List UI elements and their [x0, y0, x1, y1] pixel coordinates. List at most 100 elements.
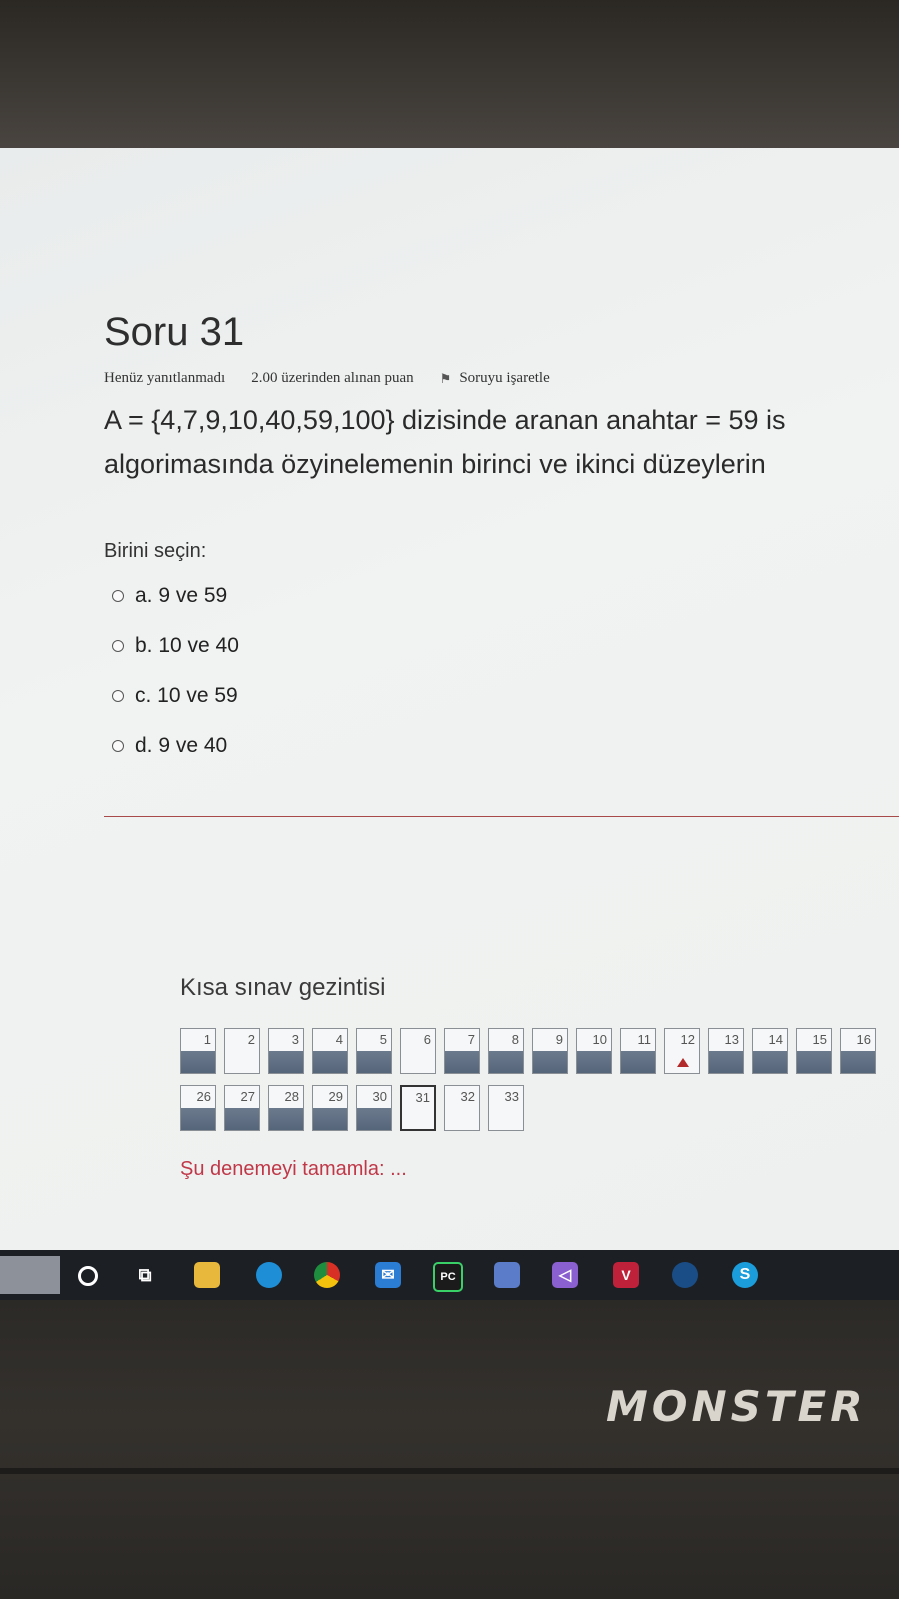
task-view-icon[interactable]: ⧉	[132, 1262, 158, 1288]
answered-indicator	[577, 1051, 611, 1073]
windows-taskbar: ⧉ ✉ PC ◁ V S	[0, 1250, 899, 1300]
laptop-top-bezel	[0, 0, 899, 150]
option-d-label: d. 9 ve 40	[135, 734, 228, 757]
quiz-nav-number: 5	[379, 1032, 387, 1047]
answered-indicator	[357, 1108, 391, 1130]
skype-icon[interactable]: S	[732, 1262, 758, 1288]
quiz-nav-number: 7	[467, 1032, 475, 1047]
answered-indicator	[445, 1051, 479, 1073]
browser-viewport: Soru 31 Henüz yanıtlanmadı 2.00 üzerinde…	[0, 148, 899, 1276]
quiz-nav-button-31[interactable]: 31	[400, 1085, 436, 1131]
file-explorer-icon[interactable]	[194, 1262, 220, 1288]
quiz-nav-button-29[interactable]: 29	[312, 1085, 348, 1131]
quiz-nav-button-9[interactable]: 9	[532, 1028, 568, 1074]
taskbar-search-box[interactable]	[0, 1256, 60, 1294]
question-text-line-1: A = {4,7,9,10,40,59,100} dizisinde arana…	[104, 405, 786, 435]
quiz-nav-number: 4	[335, 1032, 343, 1047]
quiz-nav-button-1[interactable]: 1	[180, 1028, 216, 1074]
answer-prompt: Birini seçin:	[104, 540, 207, 562]
quiz-nav-button-15[interactable]: 15	[796, 1028, 832, 1074]
vivaldi-icon[interactable]: V	[613, 1262, 639, 1288]
chrome-icon[interactable]	[314, 1262, 340, 1288]
quiz-nav-number: 32	[460, 1089, 475, 1104]
quiz-nav-number: 1	[203, 1032, 211, 1047]
quiz-nav-button-2[interactable]: 2	[224, 1028, 260, 1074]
laptop-bottom-bezel	[0, 1300, 899, 1599]
quiz-nav-number: 3	[291, 1032, 299, 1047]
answered-indicator	[797, 1051, 831, 1073]
quiz-nav-button-12[interactable]: 12	[664, 1028, 700, 1074]
quiz-nav-button-26[interactable]: 26	[180, 1085, 216, 1131]
pycharm-icon[interactable]: PC	[433, 1262, 463, 1292]
answered-indicator	[357, 1051, 391, 1073]
option-b-label: b. 10 ve 40	[135, 634, 239, 657]
answered-indicator	[489, 1051, 523, 1073]
steam-icon[interactable]	[672, 1262, 698, 1288]
quiz-nav-number: 31	[415, 1090, 430, 1105]
answered-indicator	[533, 1051, 567, 1073]
quiz-nav-button-16[interactable]: 16	[840, 1028, 876, 1074]
quiz-nav-button-32[interactable]: 32	[444, 1085, 480, 1131]
mail-icon[interactable]: ✉	[375, 1262, 401, 1288]
quiz-nav-number: 15	[812, 1032, 827, 1047]
virtualbox-icon[interactable]	[494, 1262, 520, 1288]
option-c-radio[interactable]	[112, 690, 124, 702]
quiz-nav-button-11[interactable]: 11	[620, 1028, 656, 1074]
flag-icon: ⚑	[439, 370, 452, 386]
search-icon[interactable]	[78, 1266, 98, 1286]
answered-indicator	[269, 1051, 303, 1073]
laptop-brand-logo: MONSTER	[606, 1382, 867, 1431]
option-b-radio[interactable]	[112, 640, 124, 652]
quiz-navigation-title: Kısa sınav gezintisi	[180, 974, 386, 1001]
visual-studio-icon[interactable]: ◁	[552, 1262, 578, 1288]
quiz-nav-number: 30	[372, 1089, 387, 1104]
quiz-nav-button-14[interactable]: 14	[752, 1028, 788, 1074]
quiz-nav-number: 9	[555, 1032, 563, 1047]
quiz-nav-number: 11	[637, 1032, 652, 1047]
option-d-radio[interactable]	[112, 740, 124, 752]
quiz-nav-button-5[interactable]: 5	[356, 1028, 392, 1074]
flag-marker-icon	[677, 1058, 689, 1067]
option-c-label: c. 10 ve 59	[135, 684, 238, 707]
answered-indicator	[841, 1051, 875, 1073]
quiz-nav-button-28[interactable]: 28	[268, 1085, 304, 1131]
laptop-hinge	[0, 1468, 899, 1474]
option-a-radio[interactable]	[112, 590, 124, 602]
quiz-nav-number: 13	[724, 1032, 739, 1047]
quiz-nav-button-30[interactable]: 30	[356, 1085, 392, 1131]
quiz-nav-number: 33	[504, 1089, 519, 1104]
quiz-nav-button-27[interactable]: 27	[224, 1085, 260, 1131]
quiz-nav-button-8[interactable]: 8	[488, 1028, 524, 1074]
quiz-nav-button-13[interactable]: 13	[708, 1028, 744, 1074]
quiz-nav-button-33[interactable]: 33	[488, 1085, 524, 1131]
answered-indicator	[621, 1051, 655, 1073]
option-a[interactable]: a. 9 ve 59	[112, 584, 227, 608]
answered-indicator	[181, 1108, 215, 1130]
question-status: Henüz yanıtlanmadı	[104, 370, 226, 386]
answered-indicator	[225, 1108, 259, 1130]
quiz-nav-number: 14	[768, 1032, 783, 1047]
quiz-nav-button-6[interactable]: 6	[400, 1028, 436, 1074]
answered-indicator	[313, 1108, 347, 1130]
finish-attempt-link[interactable]: Şu denemeyi tamamla: ...	[180, 1158, 407, 1181]
quiz-nav-button-4[interactable]: 4	[312, 1028, 348, 1074]
question-divider	[104, 816, 899, 817]
quiz-nav-number: 10	[592, 1032, 607, 1047]
quiz-nav-button-7[interactable]: 7	[444, 1028, 480, 1074]
option-c[interactable]: c. 10 ve 59	[112, 684, 238, 708]
option-b[interactable]: b. 10 ve 40	[112, 634, 239, 658]
answered-indicator	[709, 1051, 743, 1073]
quiz-nav-button-3[interactable]: 3	[268, 1028, 304, 1074]
quiz-nav-number: 26	[196, 1089, 211, 1104]
question-info: Henüz yanıtlanmadı 2.00 üzerinden alınan…	[104, 370, 550, 387]
edge-icon[interactable]	[256, 1262, 282, 1288]
quiz-nav-number: 29	[328, 1089, 343, 1104]
answered-indicator	[753, 1051, 787, 1073]
option-d[interactable]: d. 9 ve 40	[112, 734, 227, 758]
quiz-nav-number: 28	[284, 1089, 299, 1104]
quiz-nav-button-10[interactable]: 10	[576, 1028, 612, 1074]
flag-question-link[interactable]: ⚑ Soruyu işaretle	[440, 370, 550, 387]
quiz-nav-number: 27	[240, 1089, 255, 1104]
quiz-nav-number: 6	[423, 1032, 431, 1047]
option-a-label: a. 9 ve 59	[135, 584, 228, 607]
